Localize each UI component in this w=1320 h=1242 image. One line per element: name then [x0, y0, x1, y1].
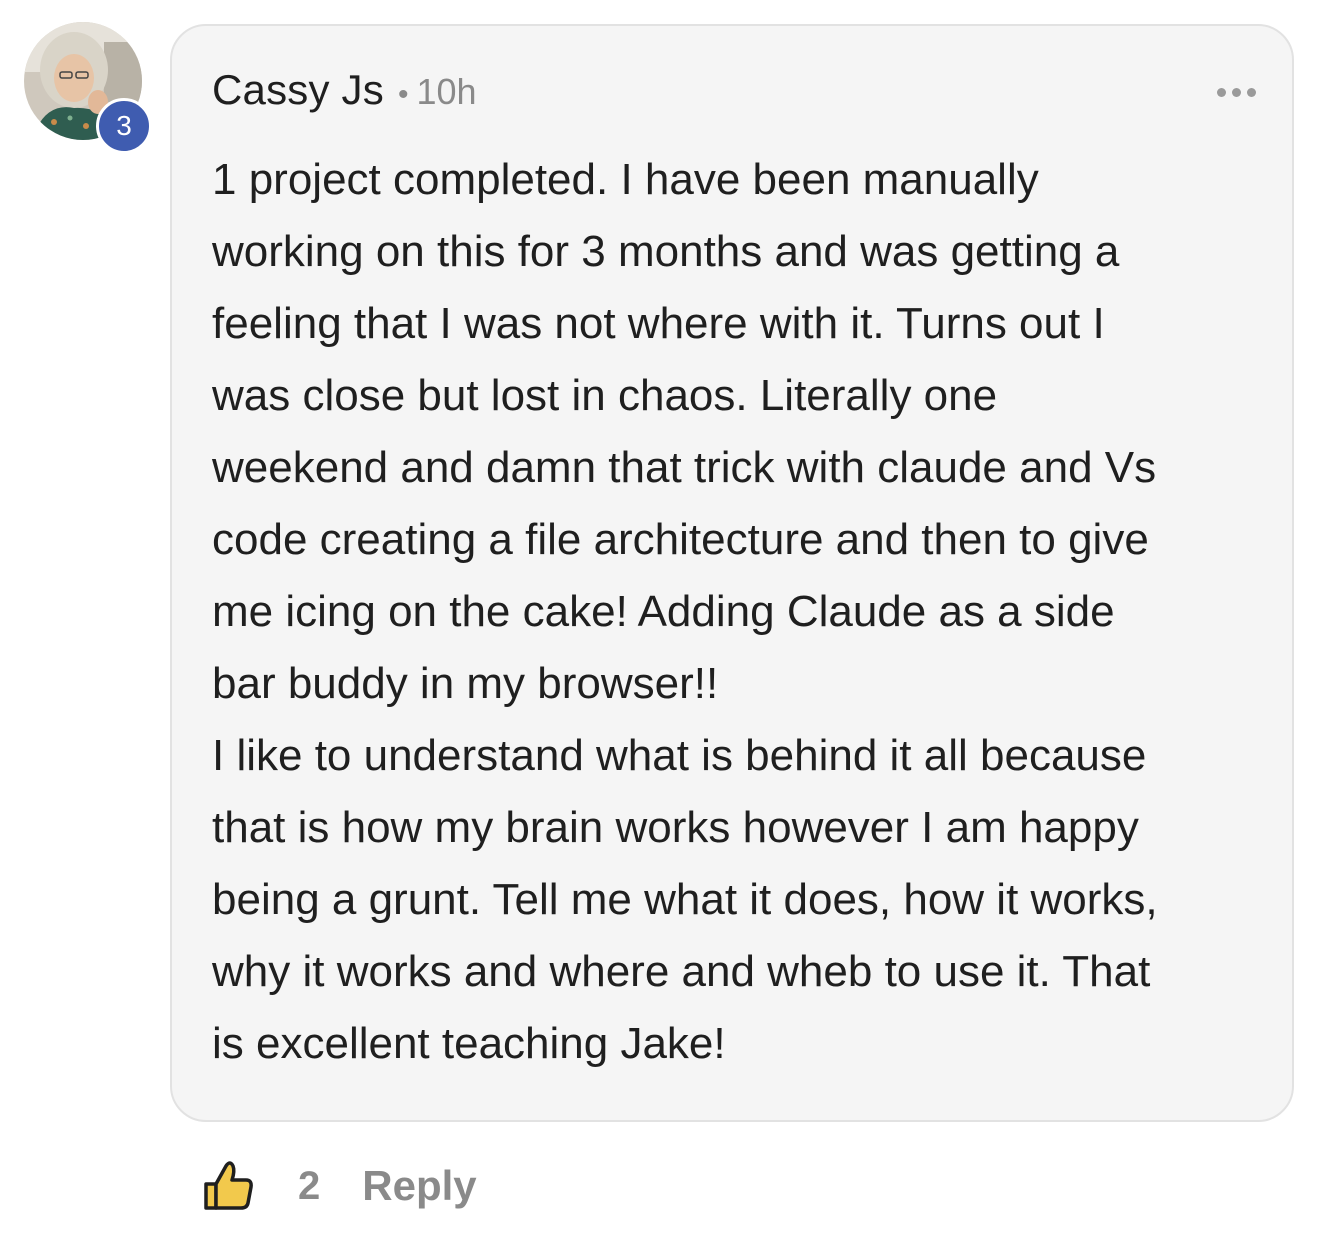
- more-horizontal-icon: [1232, 88, 1241, 97]
- more-options-button[interactable]: [1217, 88, 1256, 97]
- timestamp[interactable]: 10h: [416, 71, 476, 113]
- comment-text: 1 project completed. I have been manuall…: [212, 155, 1158, 1068]
- more-horizontal-icon: [1217, 88, 1226, 97]
- level-badge: 3: [96, 98, 152, 154]
- reply-button[interactable]: Reply: [362, 1162, 476, 1210]
- more-horizontal-icon: [1247, 88, 1256, 97]
- meta-separator: •: [397, 78, 409, 111]
- comment-actions: 2 Reply: [200, 1156, 477, 1216]
- author-name[interactable]: Cassy Js: [212, 66, 384, 114]
- comment-header: Cassy Js • 10h: [212, 66, 477, 114]
- like-count: 2: [298, 1163, 321, 1208]
- comment-bubble: Cassy Js • 10h 1 project completed. I ha…: [170, 24, 1294, 1122]
- thumbs-up-icon[interactable]: [200, 1158, 256, 1214]
- author-avatar-group[interactable]: 3: [24, 22, 152, 154]
